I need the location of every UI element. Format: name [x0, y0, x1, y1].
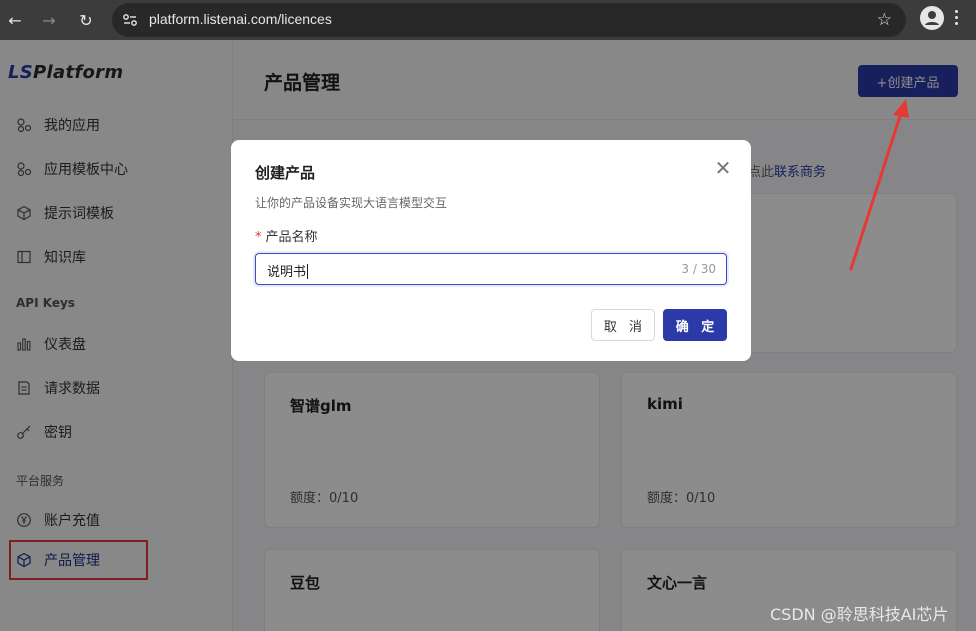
input-value: 说明书: [267, 264, 309, 280]
close-icon[interactable]: ✕: [713, 158, 733, 178]
browser-toolbar: ← → ↻ platform.listenai.com/licences ☆: [0, 0, 976, 40]
product-name-label: * 产品名称: [255, 230, 318, 245]
modal-subtitle: 让你的产品设备实现大语言模型交互: [255, 196, 448, 210]
cancel-button[interactable]: 取 消: [591, 309, 655, 341]
product-name-input[interactable]: 说明书 3 / 30: [255, 253, 727, 285]
required-mark: *: [255, 230, 262, 245]
forward-icon[interactable]: →: [37, 8, 61, 32]
browser-menu-icon[interactable]: [955, 10, 959, 28]
profile-avatar-icon[interactable]: [920, 6, 944, 30]
address-bar[interactable]: platform.listenai.com/licences ☆: [112, 3, 906, 37]
confirm-button[interactable]: 确 定: [663, 309, 727, 341]
modal-title: 创建产品: [255, 164, 316, 182]
site-settings-icon[interactable]: [122, 12, 138, 28]
text-caret: [307, 264, 309, 279]
character-counter: 3 / 30: [681, 262, 716, 276]
bookmark-star-icon[interactable]: ☆: [877, 10, 892, 30]
reload-icon[interactable]: ↻: [74, 8, 98, 32]
create-product-modal: 创建产品 ✕ 让你的产品设备实现大语言模型交互 * 产品名称 说明书 3 / 30…: [231, 140, 751, 361]
url-text[interactable]: platform.listenai.com/licences: [149, 11, 332, 27]
watermark: CSDN @聆思科技AI芯片: [770, 605, 949, 624]
back-icon[interactable]: ←: [3, 8, 27, 32]
